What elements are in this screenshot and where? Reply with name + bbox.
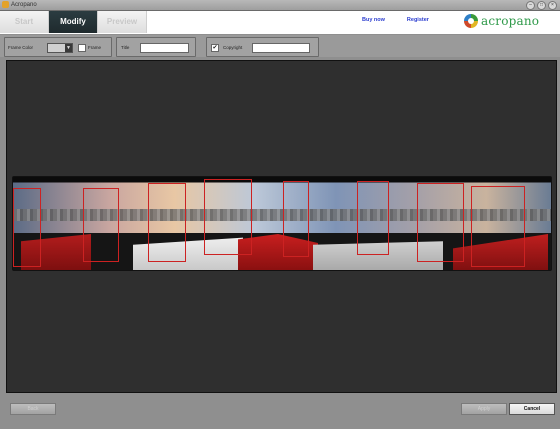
white-umbrella-shape <box>313 241 443 270</box>
register-link[interactable]: Register <box>407 17 429 23</box>
red-umbrella-shape <box>453 234 548 270</box>
frame-label: Frame <box>88 45 102 50</box>
panorama-image[interactable] <box>12 176 552 271</box>
logo-text: acropano <box>481 14 540 28</box>
copyright-checkbox[interactable]: ✔ <box>211 44 219 52</box>
app-icon <box>2 1 9 8</box>
header-links: Buy now Register <box>362 17 429 23</box>
title-input[interactable] <box>140 43 189 53</box>
white-umbrella-shape <box>133 237 243 270</box>
copyright-label: Copyright <box>223 45 243 50</box>
window-title: Acropano <box>11 2 37 8</box>
title-label: Title <box>121 45 130 50</box>
tab-start[interactable]: Start <box>0 11 49 33</box>
footer-bar: Back Apply Cancel <box>0 398 560 429</box>
back-button[interactable]: Back <box>10 403 56 415</box>
cancel-button[interactable]: Cancel <box>509 403 555 415</box>
window-controls: – □ × <box>526 1 557 10</box>
window-titlebar: Acropano – □ × <box>0 0 560 11</box>
maximize-icon[interactable]: □ <box>537 1 546 10</box>
frame-checkbox[interactable] <box>78 44 86 52</box>
minimize-icon[interactable]: – <box>526 1 535 10</box>
frame-options-group: Frame Color ▼ Frame <box>4 37 112 57</box>
app-header: Start Modify Preview Buy now Register ac… <box>0 11 560 34</box>
title-group: Title <box>116 37 196 57</box>
panorama-canvas[interactable] <box>6 60 557 393</box>
chevron-down-icon[interactable]: ▼ <box>65 44 72 52</box>
logo-mark-icon <box>464 14 478 28</box>
red-umbrella-shape <box>238 234 318 270</box>
frame-color-picker[interactable]: ▼ <box>47 43 73 53</box>
close-icon[interactable]: × <box>548 1 557 10</box>
apply-button[interactable]: Apply <box>461 403 507 415</box>
panorama-skyline <box>13 209 551 221</box>
frame-color-label: Frame Color <box>8 45 34 50</box>
red-umbrella-shape <box>21 234 91 270</box>
options-toolbar: Frame Color ▼ Frame Title ✔ Copyright <box>0 35 560 57</box>
copyright-input[interactable] <box>252 43 310 53</box>
tab-preview[interactable]: Preview <box>98 11 147 33</box>
copyright-group: ✔ Copyright <box>206 37 319 57</box>
wizard-tabs: Start Modify Preview <box>0 11 147 34</box>
buy-now-link[interactable]: Buy now <box>362 17 385 23</box>
acropano-logo: acropano <box>464 14 539 28</box>
tab-modify[interactable]: Modify <box>49 11 98 33</box>
